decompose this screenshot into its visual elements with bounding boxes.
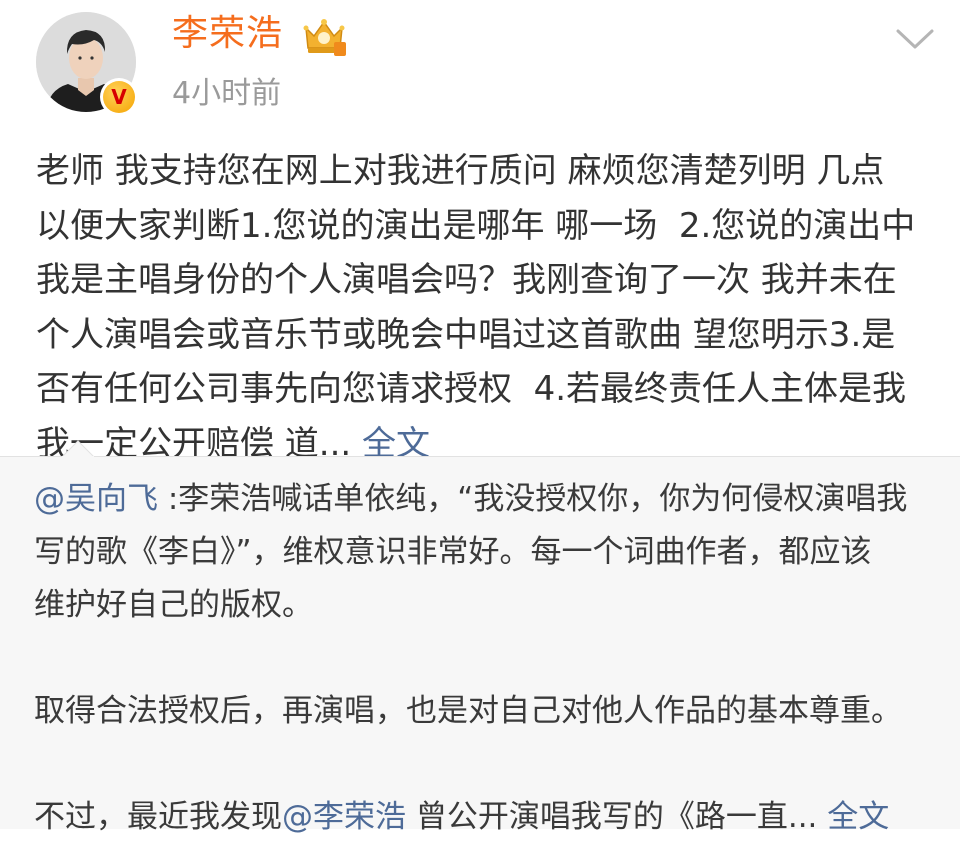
repost-content: @吴向飞 :李荣浩喊话单依纯，“我没授权你，你为何侵权演唱我写的歌《李白》”，维… <box>34 473 934 844</box>
chevron-down-icon[interactable] <box>894 26 936 52</box>
repost-block[interactable]: @吴向飞 :李荣浩喊话单依纯，“我没授权你，你为何侵权演唱我写的歌《李白》”，维… <box>0 456 960 835</box>
post-time: 4小时前 <box>172 76 282 111</box>
author-name[interactable]: 李荣浩 <box>172 10 283 58</box>
content-line: 个人演唱会或音乐节或晚会中唱过这首歌曲 望您明示3.是 <box>36 314 896 355</box>
content-line: 否有任何公司事先向您请求授权 4.若最终责任人主体是我 <box>36 369 907 409</box>
mention-link[interactable]: @吴向飞 <box>34 481 158 517</box>
repost-pointer <box>62 440 94 458</box>
post-content: 老师 我支持您在网上对我进行质问 麻烦您清楚列明 几点 以便大家判断1.您说的演出… <box>36 144 936 471</box>
content-line: 我是主唱身份的个人演唱会吗？我刚查询了一次 我并未在 <box>36 260 897 300</box>
verified-v-icon: V <box>100 78 138 116</box>
repost-line: 取得合法授权后，再演唱，也是对自己对他人作品的基本尊重。 <box>34 693 902 729</box>
mention-link[interactable]: @李荣浩 <box>282 799 406 835</box>
repost-line: 维护好自己的版权。 <box>34 587 313 623</box>
weibo-post: V 李荣浩 4小时前 老师 我支持您在网上对我进行质问 麻烦您清楚列明 几点 以便… <box>0 0 960 464</box>
content-line: 老师 我支持您在网上对我进行质问 麻烦您清楚列明 几点 <box>36 151 885 191</box>
repost-line: 不过，最近我发现@李荣浩 曾公开演唱我写的《路一直... 全文 <box>34 791 934 844</box>
content-line: 以便大家判断1.您说的演出是哪年 哪一场 2.您说的演出中 <box>36 205 916 246</box>
repost-text-fragment: :李荣浩喊话单依纯，“我没授权你，你为何侵权演唱我 <box>158 481 908 517</box>
crown-member-icon[interactable] <box>300 14 348 58</box>
repost-line: 写的歌《李白》”，维权意识非常好。每一个词曲作者，都应该 <box>34 534 872 570</box>
full-text-link[interactable]: 全文 <box>827 799 889 835</box>
repost-text-fragment: 不过，最近我发现 <box>34 799 282 835</box>
repost-text-fragment: 曾公开演唱我写的《路一直... <box>406 799 828 835</box>
repost-line: @吴向飞 :李荣浩喊话单依纯，“我没授权你，你为何侵权演唱我 <box>34 473 934 526</box>
